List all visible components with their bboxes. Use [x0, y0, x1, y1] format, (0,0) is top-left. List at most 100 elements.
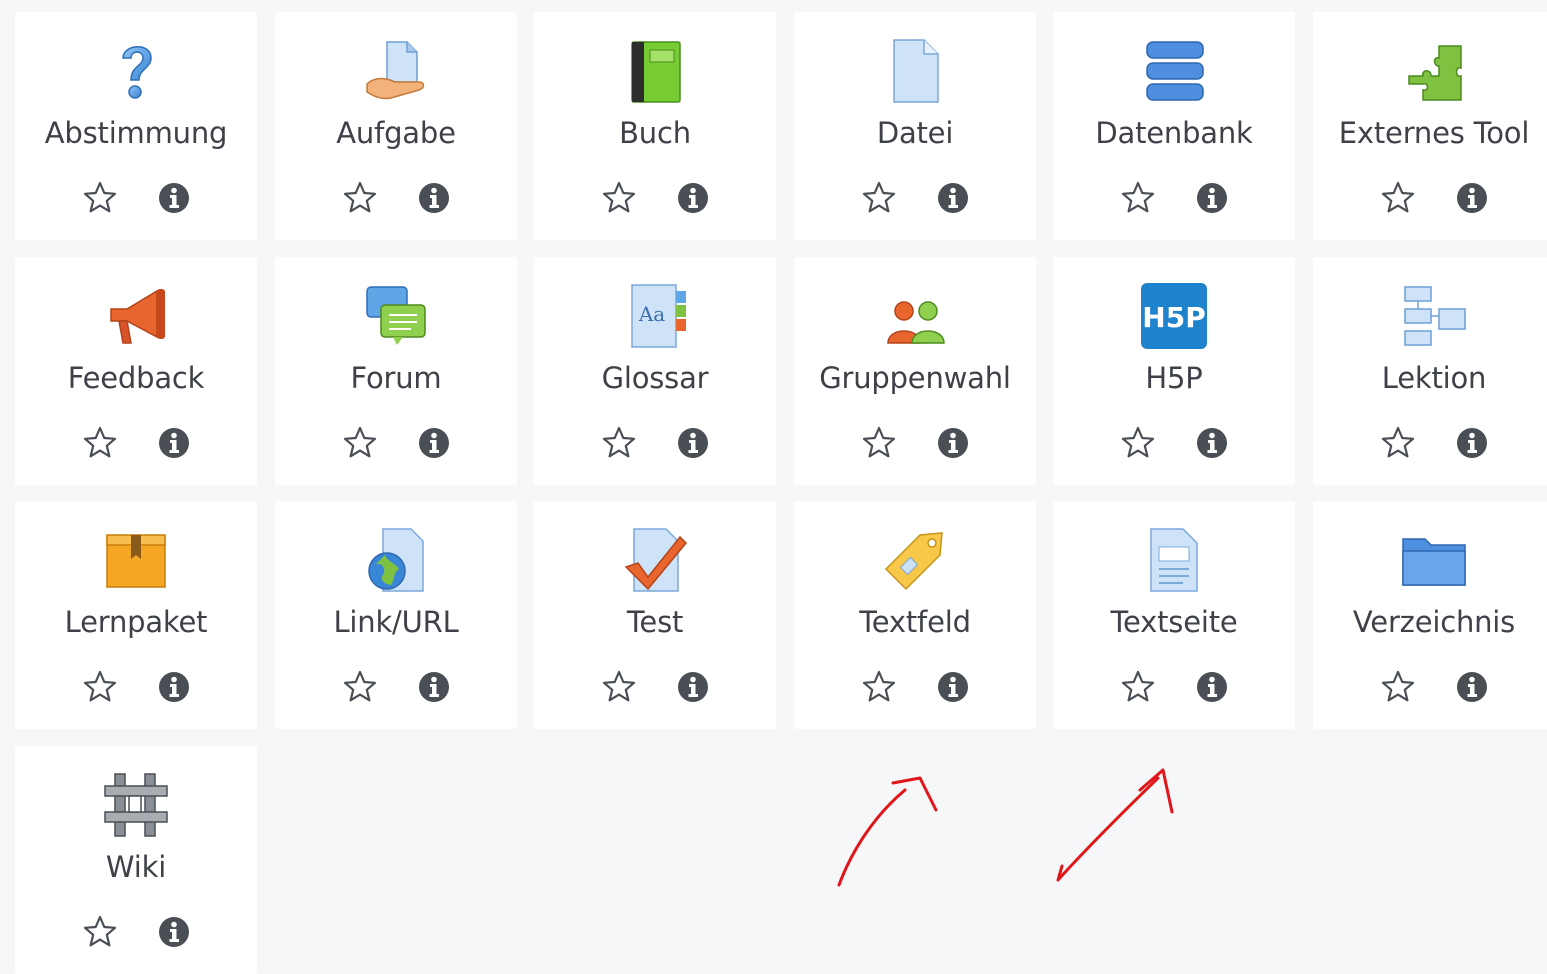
- activity-tile-buch[interactable]: Buch: [534, 12, 776, 240]
- info-icon[interactable]: [676, 670, 710, 704]
- star-icon[interactable]: [861, 180, 897, 216]
- wiki-icon: [101, 770, 171, 840]
- forum-bubbles-icon: [361, 281, 431, 351]
- star-icon[interactable]: [1120, 180, 1156, 216]
- tile-actions: [794, 667, 1036, 707]
- package-icon: [101, 525, 171, 595]
- info-icon[interactable]: [676, 181, 710, 215]
- star-icon[interactable]: [1120, 425, 1156, 461]
- info-icon[interactable]: [1455, 670, 1489, 704]
- tile-actions: [534, 178, 776, 218]
- star-icon[interactable]: [601, 669, 637, 705]
- database-icon: [1139, 36, 1209, 106]
- activity-label: Link/URL: [333, 605, 459, 639]
- tile-actions: [534, 423, 776, 463]
- tile-actions: [1313, 667, 1547, 707]
- info-icon[interactable]: [1195, 426, 1229, 460]
- activity-label: Gruppenwahl: [819, 361, 1011, 395]
- activity-tile-datei[interactable]: Datei: [794, 12, 1036, 240]
- activity-label: H5P: [1145, 361, 1203, 395]
- lesson-flow-icon: [1399, 281, 1469, 351]
- star-icon[interactable]: [601, 425, 637, 461]
- star-icon[interactable]: [1120, 669, 1156, 705]
- activity-tile-textseite[interactable]: Textseite: [1053, 501, 1295, 729]
- activity-label: Verzeichnis: [1352, 605, 1516, 639]
- star-icon[interactable]: [861, 425, 897, 461]
- info-icon[interactable]: [1195, 181, 1229, 215]
- star-icon[interactable]: [1380, 425, 1416, 461]
- star-icon[interactable]: [82, 669, 118, 705]
- star-icon[interactable]: [1380, 669, 1416, 705]
- activity-label: Externes Tool: [1338, 116, 1530, 150]
- tile-actions: [275, 423, 517, 463]
- info-icon[interactable]: [417, 426, 451, 460]
- star-icon[interactable]: [601, 180, 637, 216]
- activity-label: Textfeld: [859, 605, 971, 639]
- info-icon[interactable]: [417, 670, 451, 704]
- svg-text:H5P: H5P: [1142, 301, 1205, 334]
- activity-tile-lektion[interactable]: Lektion: [1313, 257, 1547, 485]
- activity-label: Wiki: [105, 850, 167, 884]
- activity-tile-glossar[interactable]: Aa Glossar: [534, 257, 776, 485]
- info-icon[interactable]: [157, 181, 191, 215]
- activity-tile-textfeld[interactable]: Textfeld: [794, 501, 1036, 729]
- info-icon[interactable]: [157, 670, 191, 704]
- activity-tile-datenbank[interactable]: Datenbank: [1053, 12, 1295, 240]
- book-icon: [620, 36, 690, 106]
- folder-icon: [1399, 525, 1469, 595]
- activity-tile-test[interactable]: Test: [534, 501, 776, 729]
- activity-label: Lernpaket: [64, 605, 208, 639]
- activity-tile-verzeichnis[interactable]: Verzeichnis: [1313, 501, 1547, 729]
- tile-actions: [1053, 178, 1295, 218]
- star-icon[interactable]: [82, 914, 118, 950]
- activity-tile-forum[interactable]: Forum: [275, 257, 517, 485]
- tile-actions: [1053, 423, 1295, 463]
- h5p-icon: H5P: [1139, 281, 1209, 351]
- info-icon[interactable]: [936, 181, 970, 215]
- group-choice-icon: [880, 281, 950, 351]
- activity-tile-feedback[interactable]: Feedback: [15, 257, 257, 485]
- file-icon: [880, 36, 950, 106]
- activity-label: Feedback: [67, 361, 205, 395]
- activity-tile-externes-tool[interactable]: Externes Tool: [1313, 12, 1547, 240]
- star-icon[interactable]: [82, 180, 118, 216]
- tile-actions: [794, 178, 1036, 218]
- activity-tile-h5p[interactable]: H5P H5P: [1053, 257, 1295, 485]
- info-icon[interactable]: [936, 426, 970, 460]
- svg-text:Aa: Aa: [638, 302, 665, 326]
- info-icon[interactable]: [676, 426, 710, 460]
- tile-actions: [794, 423, 1036, 463]
- activity-tile-gruppenwahl[interactable]: Gruppenwahl: [794, 257, 1036, 485]
- tile-actions: [1313, 178, 1547, 218]
- activity-tile-abstimmung[interactable]: Abstimmung: [15, 12, 257, 240]
- info-icon[interactable]: [417, 181, 451, 215]
- info-icon[interactable]: [1455, 426, 1489, 460]
- info-icon[interactable]: [157, 915, 191, 949]
- star-icon[interactable]: [861, 669, 897, 705]
- tile-actions: [275, 667, 517, 707]
- activity-label: Abstimmung: [44, 116, 228, 150]
- activity-tile-aufgabe[interactable]: Aufgabe: [275, 12, 517, 240]
- star-icon[interactable]: [342, 425, 378, 461]
- info-icon[interactable]: [1195, 670, 1229, 704]
- tile-actions: [15, 423, 257, 463]
- star-icon[interactable]: [342, 180, 378, 216]
- tile-actions: [275, 178, 517, 218]
- star-icon[interactable]: [1380, 180, 1416, 216]
- activity-tile-lernpaket[interactable]: Lernpaket: [15, 501, 257, 729]
- activity-tile-link-url[interactable]: Link/URL: [275, 501, 517, 729]
- info-icon[interactable]: [157, 426, 191, 460]
- activity-label: Buch: [619, 116, 691, 150]
- star-icon[interactable]: [82, 425, 118, 461]
- star-icon[interactable]: [342, 669, 378, 705]
- assignment-hand-icon: [361, 36, 431, 106]
- activity-label: Glossar: [601, 361, 709, 395]
- annotation-arrow-textfeld: [837, 776, 938, 887]
- tile-actions: [15, 178, 257, 218]
- activity-label: Datenbank: [1095, 116, 1253, 150]
- info-icon[interactable]: [936, 670, 970, 704]
- activity-tile-wiki[interactable]: Wiki: [15, 746, 257, 974]
- activity-label: Textseite: [1110, 605, 1238, 639]
- quiz-check-icon: [620, 525, 690, 595]
- info-icon[interactable]: [1455, 181, 1489, 215]
